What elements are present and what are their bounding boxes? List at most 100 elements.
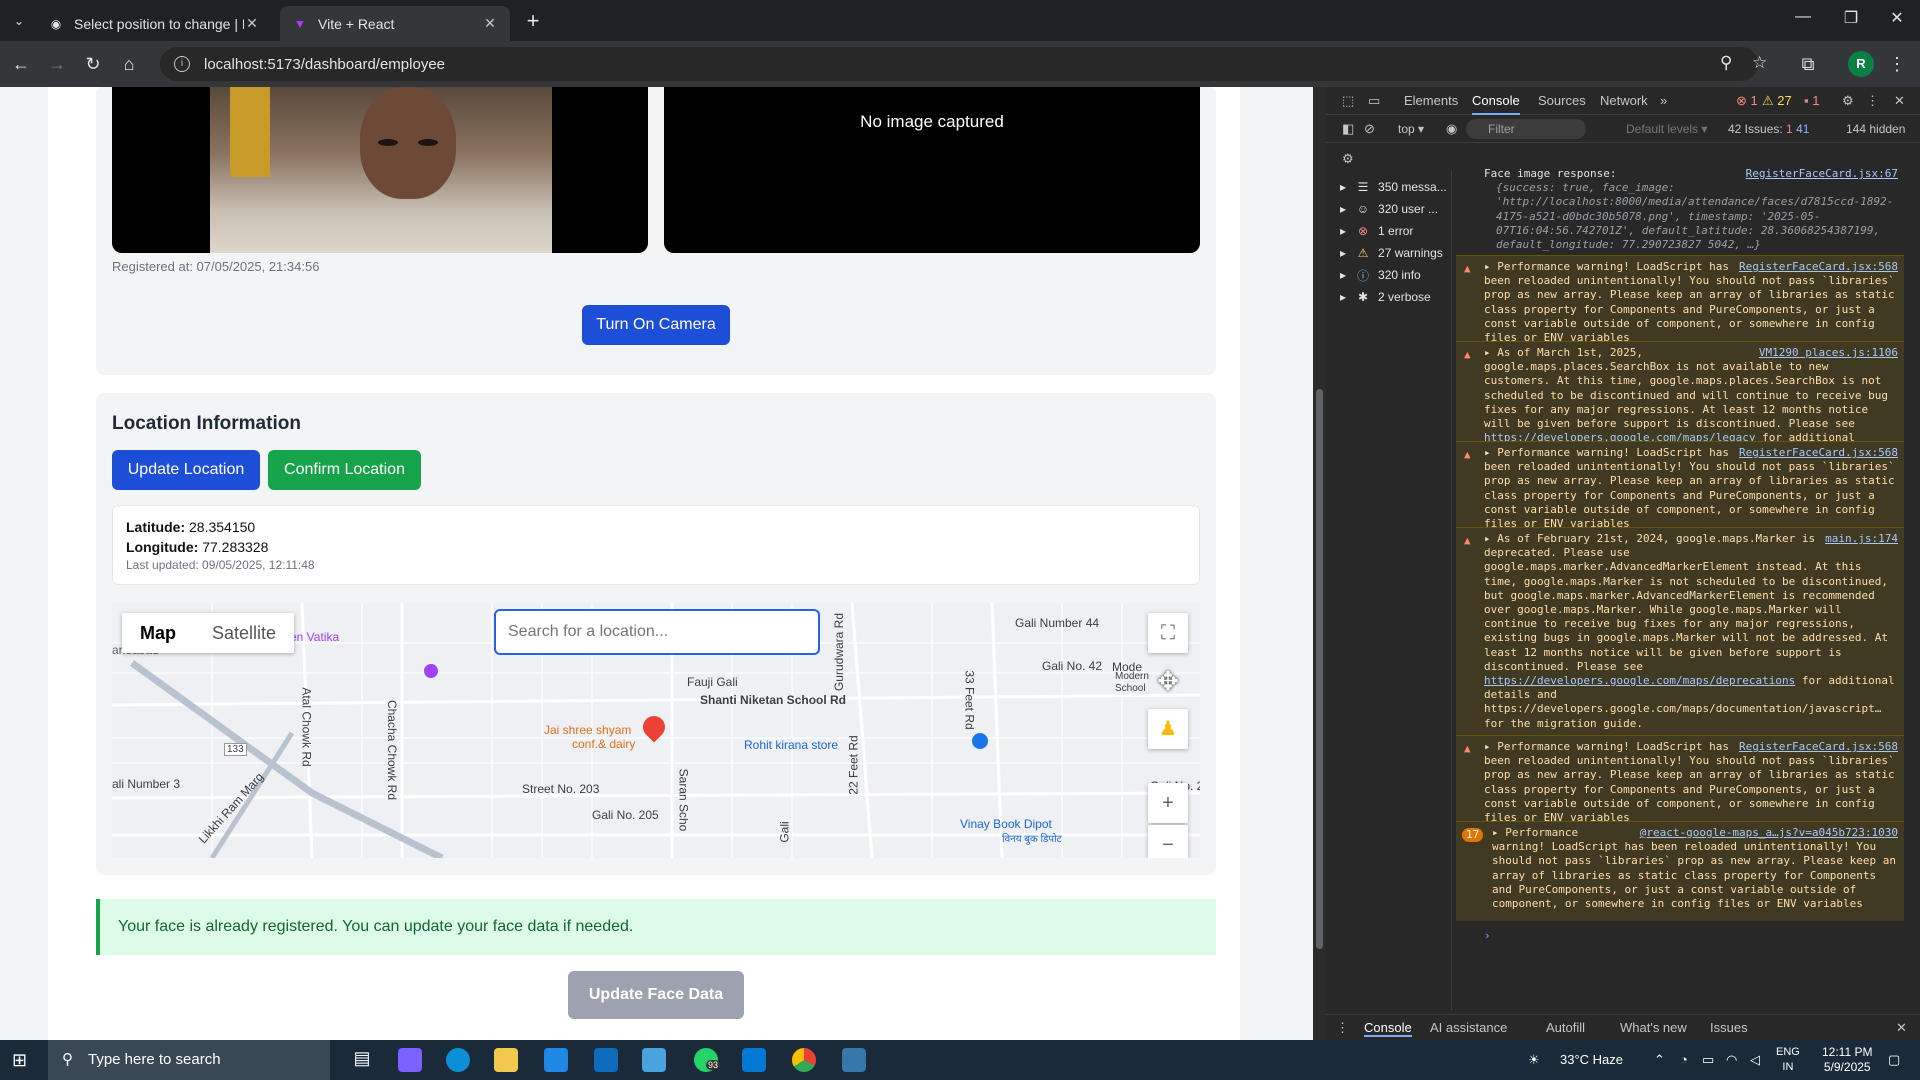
drawer-tab-whats-new[interactable]: What's new bbox=[1620, 1020, 1687, 1035]
tray-chevron-icon[interactable]: ⌃ bbox=[1654, 1040, 1665, 1080]
close-tab-icon[interactable]: ✕ bbox=[482, 15, 498, 32]
chrome-icon[interactable] bbox=[792, 1048, 816, 1072]
source-link[interactable]: RegisterFaceCard.jsx:568 bbox=[1739, 446, 1898, 460]
tab-network[interactable]: Network bbox=[1600, 93, 1648, 108]
confirm-location-button[interactable]: Confirm Location bbox=[268, 450, 421, 490]
console-settings-icon[interactable]: ⚙ bbox=[1342, 151, 1354, 167]
zoom-out-icon[interactable]: − bbox=[1148, 825, 1188, 858]
console-warning[interactable]: ▲ RegisterFaceCard.jsx:568 ▸ Performance w… bbox=[1456, 255, 1904, 344]
page-scrollbar[interactable] bbox=[1313, 87, 1326, 1040]
console-warning[interactable]: ▲ RegisterFaceCard.jsx:568 ▸ Performance w… bbox=[1456, 735, 1904, 824]
site-info-icon[interactable]: i bbox=[174, 56, 190, 72]
console-warning[interactable]: ▲ VM1290 places.js:1106 ▸ As of March 1st,… bbox=[1456, 341, 1904, 458]
minimize-icon[interactable]: — bbox=[1788, 8, 1818, 26]
weather-text[interactable]: 33°C Haze bbox=[1560, 1040, 1623, 1080]
docs-link[interactable]: https://developers.google.com/maps/depre… bbox=[1484, 674, 1795, 687]
fullscreen-icon[interactable]: ⛶ bbox=[1148, 613, 1188, 653]
store-icon[interactable] bbox=[544, 1048, 568, 1072]
location-icon[interactable]: ⚲ bbox=[1720, 53, 1732, 73]
map-type-satellite-button[interactable]: Satellite bbox=[194, 613, 294, 653]
drawer-tab-issues[interactable]: Issues bbox=[1710, 1020, 1748, 1035]
outlook-icon[interactable] bbox=[594, 1048, 618, 1072]
clock[interactable]: 12:11 PM 5/9/2025 bbox=[1822, 1045, 1872, 1075]
pegman-icon[interactable]: ♟ bbox=[1148, 709, 1188, 749]
python-icon[interactable] bbox=[842, 1048, 866, 1072]
source-link[interactable]: RegisterFaceCard.jsx:67 bbox=[1746, 167, 1898, 181]
sidebar-toggle-icon[interactable]: ◧ bbox=[1342, 121, 1354, 137]
place-pin-icon[interactable] bbox=[424, 664, 438, 678]
whatsapp-icon[interactable]: 93 bbox=[694, 1048, 721, 1072]
update-location-button[interactable]: Update Location bbox=[112, 450, 260, 490]
source-link[interactable]: RegisterFaceCard.jsx:568 bbox=[1739, 740, 1898, 754]
pan-control-icon[interactable]: ✥ bbox=[1148, 661, 1188, 701]
drawer-tab-ai-assistance[interactable]: AI assistance bbox=[1430, 1020, 1507, 1035]
issues-badge[interactable]: ▪ 1 bbox=[1804, 93, 1819, 108]
profile-avatar[interactable]: R bbox=[1848, 51, 1874, 77]
google-map[interactable]: Gali Number 44 Gali No. 42 Fauji Gali Sh… bbox=[112, 603, 1200, 858]
log-object[interactable]: {success: true, face_image: 'http://loca… bbox=[1484, 181, 1898, 252]
tray-wifi-icon[interactable]: ◠ bbox=[1726, 1040, 1737, 1080]
app-icon[interactable] bbox=[642, 1048, 666, 1072]
tab-vite-react[interactable]: ▼ Vite + React ✕ bbox=[280, 6, 510, 41]
console-prompt[interactable]: › bbox=[1456, 925, 1904, 947]
log-levels-dropdown[interactable]: Default levels ▾ bbox=[1626, 122, 1707, 136]
settings-gear-icon[interactable]: ⚙ bbox=[1842, 93, 1854, 109]
turn-on-camera-button[interactable]: Turn On Camera bbox=[582, 305, 730, 345]
map-type-map-button[interactable]: Map bbox=[122, 613, 194, 653]
devtools-close-icon[interactable]: ✕ bbox=[1894, 93, 1905, 109]
live-expression-eye-icon[interactable]: ◉ bbox=[1446, 121, 1457, 137]
device-toolbar-icon[interactable]: ▭ bbox=[1368, 93, 1380, 109]
tray-volume-icon[interactable]: ◁ bbox=[1750, 1040, 1760, 1080]
console-warning[interactable]: ▲ RegisterFaceCard.jsx:568 ▸ Performance w… bbox=[1456, 441, 1904, 530]
vscode-icon[interactable] bbox=[742, 1048, 766, 1072]
home-icon[interactable]: ⌂ bbox=[116, 51, 142, 77]
zoom-in-icon[interactable]: + bbox=[1148, 783, 1188, 823]
sidebar-item-verbose[interactable]: ▸ ✱ 2 verbose bbox=[1340, 287, 1431, 307]
tab-sources[interactable]: Sources bbox=[1538, 93, 1586, 108]
issues-summary[interactable]: 42 Issues: 1 41 bbox=[1728, 122, 1809, 136]
inspect-icon[interactable]: ⬚ bbox=[1342, 93, 1354, 109]
console-log-face-response[interactable]: RegisterFaceCard.jsx:67 Face image respo… bbox=[1456, 163, 1904, 256]
menu-kebab-icon[interactable]: ⋮ bbox=[1884, 51, 1910, 77]
shop-pin-icon[interactable] bbox=[972, 733, 988, 749]
source-link[interactable]: VM1290 places.js:1106 bbox=[1759, 346, 1898, 360]
weather-icon[interactable]: ☀ bbox=[1528, 1040, 1540, 1080]
address-bar[interactable]: i localhost:5173/dashboard/employee ⚲ ☆ bbox=[160, 47, 1767, 81]
tab-search-icon[interactable]: ⌄ bbox=[8, 10, 30, 32]
tab-elements[interactable]: Elements bbox=[1404, 93, 1458, 108]
windows-start-icon[interactable]: ⊞ bbox=[12, 1050, 27, 1071]
drawer-close-icon[interactable]: ✕ bbox=[1896, 1020, 1907, 1036]
more-tabs-icon[interactable]: » bbox=[1660, 93, 1667, 108]
sidebar-item-info[interactable]: ▸ ⓘ 320 info bbox=[1340, 265, 1421, 285]
notification-icon[interactable]: ▢ bbox=[1888, 1040, 1900, 1080]
update-face-data-button[interactable]: Update Face Data bbox=[568, 971, 744, 1019]
devtools-menu-icon[interactable]: ⋮ bbox=[1866, 93, 1879, 109]
sidebar-item-user[interactable]: ▸ ☺ 320 user ... bbox=[1340, 199, 1438, 219]
console-filter-input[interactable]: Filter bbox=[1466, 119, 1586, 139]
window-close-icon[interactable]: ✕ bbox=[1882, 8, 1912, 28]
taskbar-search-input[interactable]: ⚲ Type here to search bbox=[48, 1040, 330, 1080]
drawer-tab-autofill[interactable]: Autofill bbox=[1546, 1020, 1585, 1035]
sidebar-item-messages[interactable]: ▸ ☰ 350 messa... bbox=[1340, 177, 1447, 197]
scrollbar-thumb[interactable] bbox=[1316, 389, 1323, 949]
warning-count[interactable]: ⚠ 27 bbox=[1762, 93, 1792, 109]
language-indicator[interactable]: ENG IN bbox=[1776, 1045, 1800, 1075]
error-count[interactable]: ⊗ 1 bbox=[1736, 93, 1758, 109]
back-icon[interactable]: ← bbox=[8, 51, 34, 77]
tab-django-admin[interactable]: ◉ Select position to change | Djan ✕ bbox=[36, 6, 272, 41]
map-search-input[interactable]: Search for a location... bbox=[494, 609, 820, 655]
clear-console-icon[interactable]: ⊘ bbox=[1364, 121, 1375, 137]
drawer-menu-icon[interactable]: ⋮ bbox=[1336, 1020, 1349, 1036]
tray-battery-icon[interactable]: ▭ bbox=[1702, 1040, 1714, 1080]
restore-icon[interactable]: ❐ bbox=[1836, 8, 1866, 28]
console-warning[interactable]: ▲ main.js:174 ▸ As of February 21st, 2024,… bbox=[1456, 527, 1904, 735]
drawer-tab-console[interactable]: Console bbox=[1364, 1020, 1412, 1037]
file-explorer-icon[interactable] bbox=[494, 1048, 518, 1072]
tray-network-icon[interactable]: ◔ bbox=[1680, 1040, 1688, 1080]
extensions-icon[interactable]: ⧉ bbox=[1795, 51, 1821, 77]
source-link[interactable]: RegisterFaceCard.jsx:568 bbox=[1739, 260, 1898, 274]
reload-icon[interactable]: ↻ bbox=[80, 51, 106, 77]
edge-icon[interactable] bbox=[446, 1048, 470, 1072]
forward-icon[interactable]: → bbox=[44, 51, 70, 77]
context-selector[interactable]: top ▾ bbox=[1398, 122, 1424, 136]
